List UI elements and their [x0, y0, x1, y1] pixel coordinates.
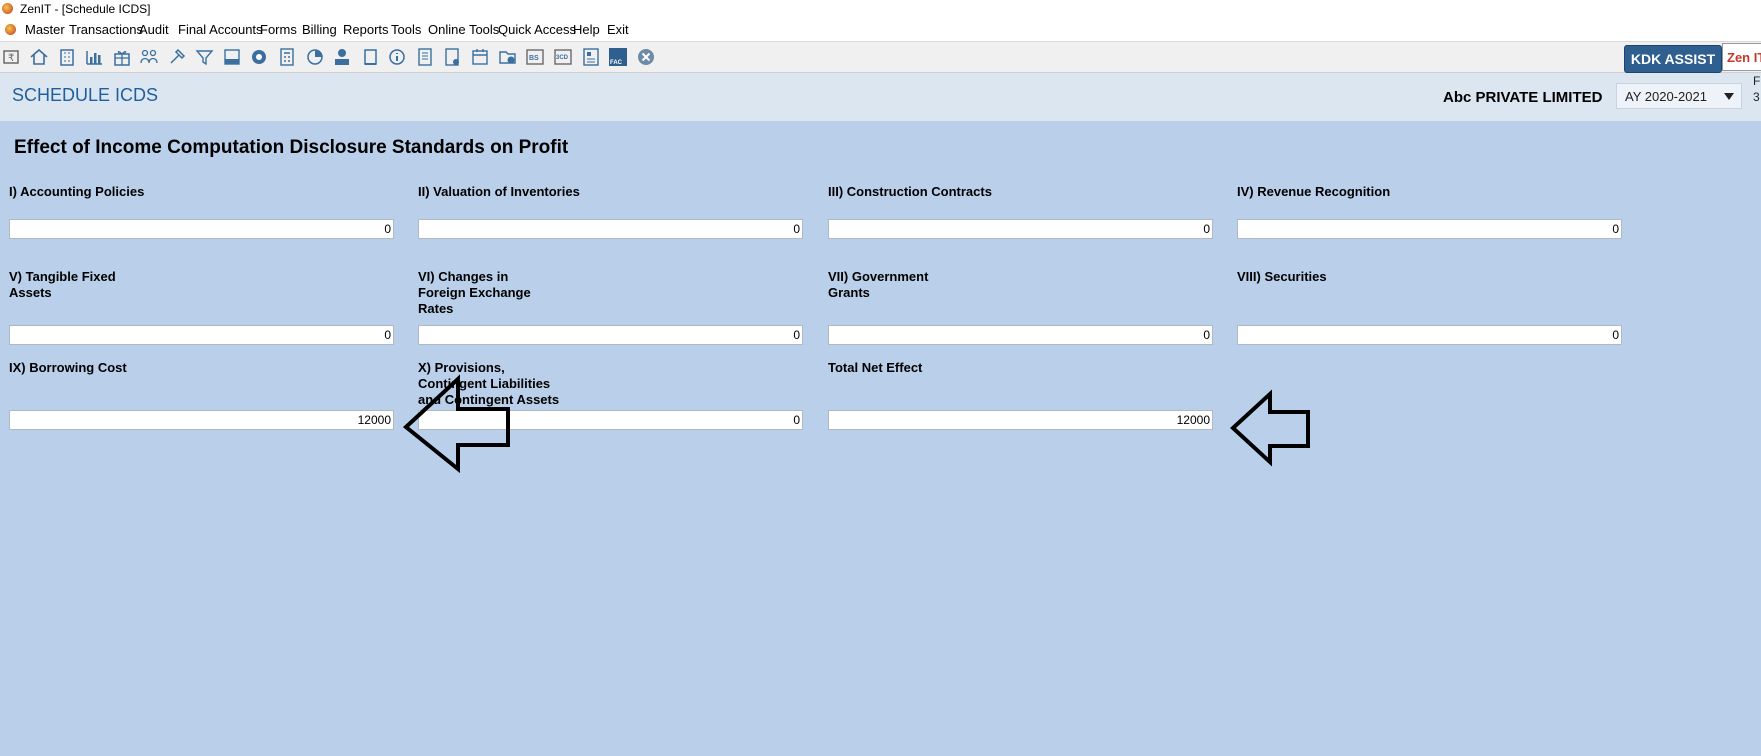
revenue-recognition-field[interactable] — [1237, 219, 1622, 239]
tax-icon[interactable] — [221, 46, 243, 68]
3cd-icon[interactable]: 3CD — [552, 46, 574, 68]
document-icon[interactable] — [441, 46, 463, 68]
window-title: ZenIT - [Schedule ICDS] — [20, 2, 151, 16]
menu-quick-access[interactable]: Quick Access — [498, 22, 576, 37]
app-menu-icon[interactable] — [5, 24, 16, 35]
label-revenue-recognition: IV) Revenue Recognition — [1237, 184, 1391, 199]
calendar-icon[interactable] — [469, 46, 491, 68]
construction-contracts-field[interactable] — [828, 219, 1213, 239]
label-government-grants: VII) Government Grants — [828, 269, 929, 300]
label-securities: VIII) Securities — [1237, 269, 1327, 284]
menu-reports[interactable]: Reports — [343, 22, 389, 37]
borrowing-cost-field[interactable] — [9, 410, 394, 430]
info-icon[interactable] — [386, 46, 408, 68]
menu-master[interactable]: Master — [25, 22, 65, 37]
company-name: Abc PRIVATE LIMITED — [1443, 89, 1603, 106]
rupee-icon[interactable]: ₹ — [1, 46, 23, 68]
annotation-arrow-left-icon — [1230, 389, 1310, 467]
accounting-policies-field[interactable] — [9, 219, 394, 239]
total-net-effect-field[interactable] — [828, 410, 1213, 430]
assessment-year-value: AY 2020-2021 — [1625, 88, 1707, 104]
svg-text:3CD: 3CD — [556, 55, 569, 61]
bs-icon[interactable]: BS — [524, 46, 546, 68]
label-construction-contracts: III) Construction Contracts — [828, 184, 992, 199]
gift-icon[interactable] — [111, 46, 133, 68]
eye-icon[interactable] — [248, 46, 270, 68]
edge-text-1: F — [1753, 74, 1761, 88]
app-icon — [2, 3, 13, 14]
valuation-of-inventories-field[interactable] — [418, 219, 803, 239]
label-total-net-effect: Total Net Effect — [828, 360, 923, 375]
close-circle-icon[interactable] — [635, 46, 657, 68]
menu-billing[interactable]: Billing — [302, 22, 337, 37]
pay-icon[interactable] — [331, 46, 353, 68]
svg-text:₹: ₹ — [8, 53, 14, 64]
fac-icon[interactable]: FAC — [607, 46, 629, 68]
folder-add-icon[interactable] — [497, 46, 519, 68]
page-title: SCHEDULE ICDS — [12, 85, 159, 105]
menu-help[interactable]: Help — [573, 22, 600, 37]
tangible-fixed-assets-field[interactable] — [9, 325, 394, 345]
menu-tools[interactable]: Tools — [391, 22, 421, 37]
hammer-icon[interactable] — [166, 46, 188, 68]
menu-final-accounts[interactable]: Final Accounts — [178, 22, 263, 37]
report-icon[interactable] — [414, 46, 436, 68]
screen-header: SCHEDULE ICDS Abc PRIVATE LIMITED AY 202… — [0, 73, 1761, 121]
kdk-assist-button[interactable]: KDK ASSIST — [1624, 45, 1722, 73]
menu-forms[interactable]: Forms — [260, 22, 297, 37]
title-bar: ZenIT - [Schedule ICDS] — [0, 0, 1761, 19]
annotation-arrow-left-icon — [402, 374, 510, 474]
toolbar: ₹ BS 3CD FAC — [0, 42, 1761, 73]
zen-it-logo[interactable]: Zen IT — [1722, 43, 1761, 71]
calculator-icon[interactable] — [276, 46, 298, 68]
menu-audit[interactable]: Audit — [139, 22, 169, 37]
form-icon[interactable] — [580, 46, 602, 68]
menu-transactions[interactable]: Transactions — [69, 22, 143, 37]
book-icon[interactable] — [359, 46, 381, 68]
label-valuation-of-inventories: II) Valuation of Inventories — [418, 184, 580, 199]
label-borrowing-cost: IX) Borrowing Cost — [9, 360, 127, 375]
pie-icon[interactable] — [304, 46, 326, 68]
home-icon[interactable] — [28, 46, 50, 68]
label-accounting-policies: I) Accounting Policies — [9, 184, 145, 199]
securities-field[interactable] — [1237, 325, 1622, 345]
menu-exit[interactable]: Exit — [607, 22, 629, 37]
chevron-down-icon[interactable] — [1724, 93, 1734, 100]
label-changes-in-foreign-exchange-rates: VI) Changes in Foreign Exchange Rates — [418, 269, 531, 316]
menu-online-tools[interactable]: Online Tools — [428, 22, 499, 37]
label-tangible-fixed-assets: V) Tangible Fixed Assets — [9, 269, 116, 300]
changes-in-foreign-exchange-rates-field[interactable] — [418, 325, 803, 345]
filter-icon[interactable] — [194, 46, 216, 68]
bar-chart-icon[interactable] — [83, 46, 105, 68]
menu-bar: Master Transactions Audit Final Accounts… — [0, 19, 1761, 42]
svg-text:BS: BS — [529, 55, 539, 62]
government-grants-field[interactable] — [828, 325, 1213, 345]
assessment-year-select[interactable]: AY 2020-2021 — [1616, 83, 1742, 109]
edge-text-2: 3 — [1753, 90, 1760, 104]
svg-text:FAC: FAC — [610, 60, 623, 66]
users-icon[interactable] — [138, 46, 160, 68]
building-icon[interactable] — [56, 46, 78, 68]
section-title: Effect of Income Computation Disclosure … — [14, 137, 569, 158]
